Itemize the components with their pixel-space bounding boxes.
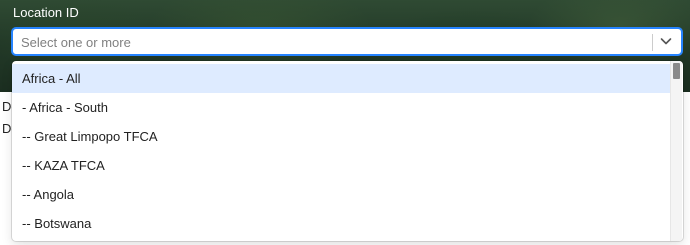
location-id-select[interactable]: Select one or more [12, 28, 682, 55]
option-great-limpopo-tfca[interactable]: -- Great Limpopo TFCA [12, 122, 670, 151]
option-africa-south[interactable]: - Africa - South [12, 93, 670, 122]
option-botswana[interactable]: -- Botswana [12, 209, 670, 238]
option-list: Africa - All - Africa - South -- Great L… [12, 64, 670, 238]
menu-scrollbar[interactable] [670, 61, 682, 241]
option-africa-all[interactable]: Africa - All [12, 64, 670, 93]
chevron-down-icon[interactable] [658, 33, 674, 49]
option-kaza-tfca[interactable]: -- KAZA TFCA [12, 151, 670, 180]
select-placeholder[interactable]: Select one or more [21, 35, 131, 50]
scrollbar-thumb[interactable] [673, 63, 680, 79]
location-id-label: Location ID [13, 5, 79, 20]
dropdown-menu: Africa - All - Africa - South -- Great L… [12, 61, 683, 241]
option-angola[interactable]: -- Angola [12, 180, 670, 209]
indicator-separator [652, 34, 653, 51]
